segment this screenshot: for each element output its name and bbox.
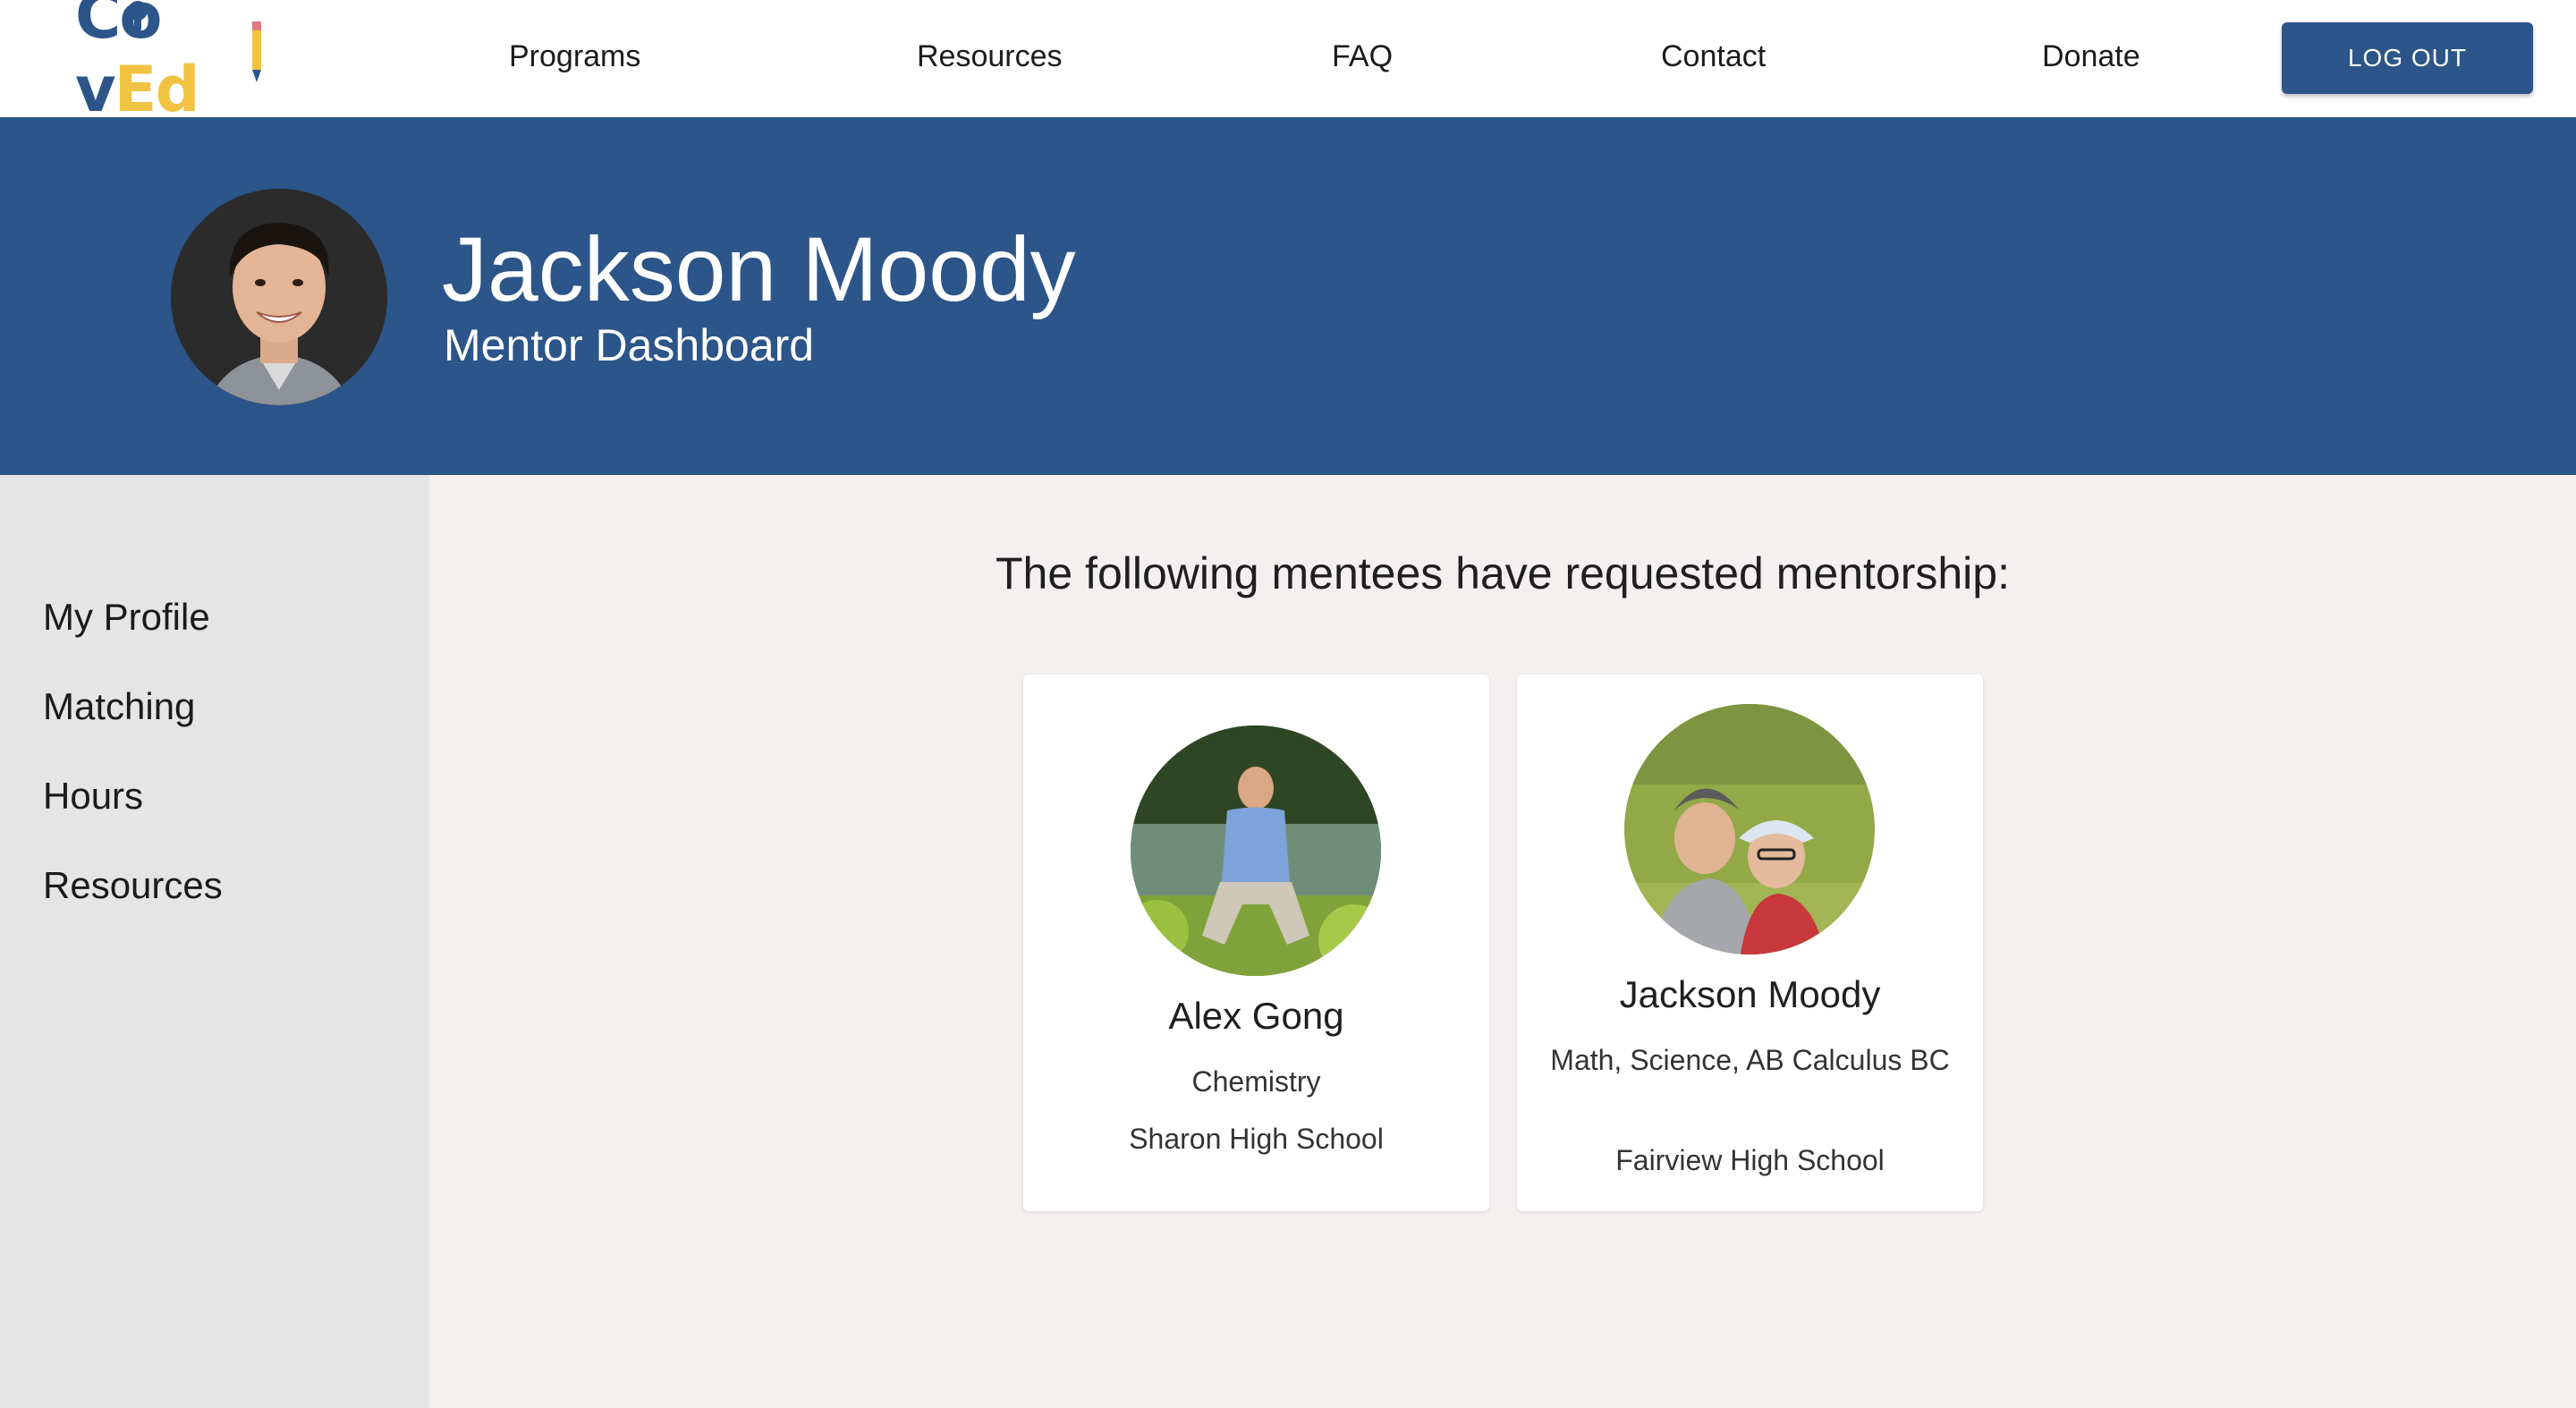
sidebar-item-hours[interactable]: Hours — [43, 775, 143, 818]
avatar — [171, 189, 387, 405]
mentee-card[interactable]: Alex Gong Chemistry Sharon High School — [1023, 674, 1489, 1211]
coved-logo[interactable]: CovEd — [75, 0, 272, 126]
mentee-subjects: Math, Science, AB Calculus BC — [1550, 1044, 1950, 1076]
mentee-photo — [1131, 725, 1381, 976]
sidebar: My Profile Matching Hours Resources — [0, 475, 429, 1408]
nav-contact[interactable]: Contact — [1661, 39, 1766, 74]
sidebar-item-resources[interactable]: Resources — [43, 864, 223, 907]
sidebar-item-my-profile[interactable]: My Profile — [43, 596, 210, 639]
mentee-subjects: Chemistry — [1191, 1065, 1321, 1098]
nav-donate[interactable]: Donate — [2042, 39, 2140, 74]
page-title: Jackson Moody — [442, 218, 1076, 320]
logo-text: CovEd — [75, 0, 200, 126]
nav-programs[interactable]: Programs — [509, 39, 640, 74]
mentee-name: Jackson Moody — [1619, 973, 1881, 1015]
mentee-requests-heading: The following mentees have requested men… — [996, 548, 2010, 598]
nav-faq[interactable]: FAQ — [1332, 39, 1393, 74]
mentee-school: Fairview High School — [1615, 1144, 1885, 1176]
logout-button[interactable]: LOG OUT — [2282, 22, 2533, 94]
mentee-name: Alex Gong — [1168, 995, 1344, 1037]
mentee-card[interactable]: Jackson Moody Math, Science, AB Calculus… — [1517, 674, 1983, 1211]
sidebar-item-matching[interactable]: Matching — [43, 685, 195, 728]
mentee-school: Sharon High School — [1129, 1123, 1384, 1155]
pencil-icon — [252, 21, 261, 82]
top-navigation-bar: CovEd Programs Resources FAQ Contact Don… — [0, 0, 2576, 126]
mentor-portrait-image — [171, 189, 387, 405]
profile-banner: Jackson Moody Mentor Dashboard — [0, 117, 2576, 475]
page-subtitle: Mentor Dashboard — [444, 320, 815, 370]
nav-resources[interactable]: Resources — [917, 39, 1063, 74]
mentee-photo — [1624, 704, 1875, 954]
